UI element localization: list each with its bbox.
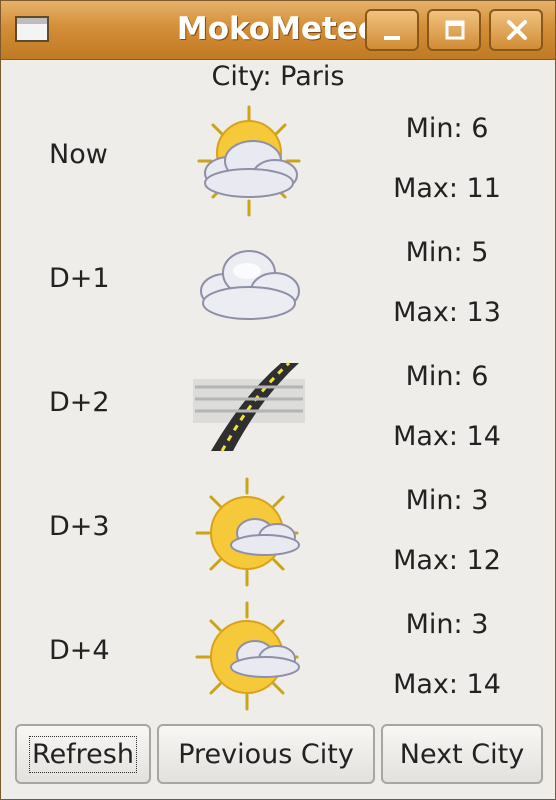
previous-city-button[interactable]: Previous City bbox=[157, 724, 375, 784]
sun-cloud-icon bbox=[195, 601, 300, 711]
maximize-icon bbox=[445, 20, 465, 40]
max-temp: Max: 11 bbox=[393, 173, 501, 204]
max-temp: Max: 13 bbox=[393, 297, 501, 328]
forecast-row: D+1 Min: 5 Max: 13 bbox=[1, 227, 555, 351]
minimize-button[interactable] bbox=[365, 9, 419, 51]
app-window: MokoMeteo City: Paris Now Min: 6 Max: 11… bbox=[0, 0, 556, 800]
maximize-button[interactable] bbox=[427, 9, 481, 51]
cloudy-icon bbox=[200, 250, 300, 320]
city-label: City: Paris bbox=[211, 61, 345, 92]
sun-cloud-icon bbox=[195, 477, 300, 587]
title-bar[interactable]: MokoMeteo bbox=[1, 1, 555, 60]
max-temp: Max: 14 bbox=[393, 669, 501, 700]
min-temp: Min: 3 bbox=[405, 485, 489, 516]
min-temp: Min: 3 bbox=[405, 609, 489, 640]
min-temp: Min: 5 bbox=[405, 237, 489, 268]
min-temp: Min: 6 bbox=[405, 361, 489, 392]
day-label: D+3 bbox=[49, 511, 110, 542]
forecast-row: D+3 Min: 3 Max: 12 bbox=[1, 475, 555, 599]
min-temp: Min: 6 bbox=[405, 113, 489, 144]
close-icon bbox=[507, 20, 527, 40]
forecast-row: D+4 Min: 3 Max: 14 bbox=[1, 599, 555, 723]
partly-cloudy-sun-icon bbox=[197, 105, 301, 217]
max-temp: Max: 12 bbox=[393, 545, 501, 576]
day-label: D+2 bbox=[49, 387, 110, 418]
forecast-row: D+2 Min: 6 Max: 14 bbox=[1, 351, 555, 475]
day-label: D+4 bbox=[49, 635, 110, 666]
max-temp: Max: 14 bbox=[393, 421, 501, 452]
refresh-button-label: Refresh bbox=[29, 735, 137, 773]
next-city-button[interactable]: Next City bbox=[381, 724, 543, 784]
refresh-button[interactable]: Refresh bbox=[15, 724, 151, 784]
forecast-row: Now Min: 6 Max: 11 bbox=[1, 103, 555, 227]
fog-road-icon bbox=[193, 361, 305, 452]
day-label: Now bbox=[49, 139, 108, 170]
close-button[interactable] bbox=[489, 9, 543, 51]
minimize-icon bbox=[384, 36, 400, 40]
day-label: D+1 bbox=[49, 263, 110, 294]
